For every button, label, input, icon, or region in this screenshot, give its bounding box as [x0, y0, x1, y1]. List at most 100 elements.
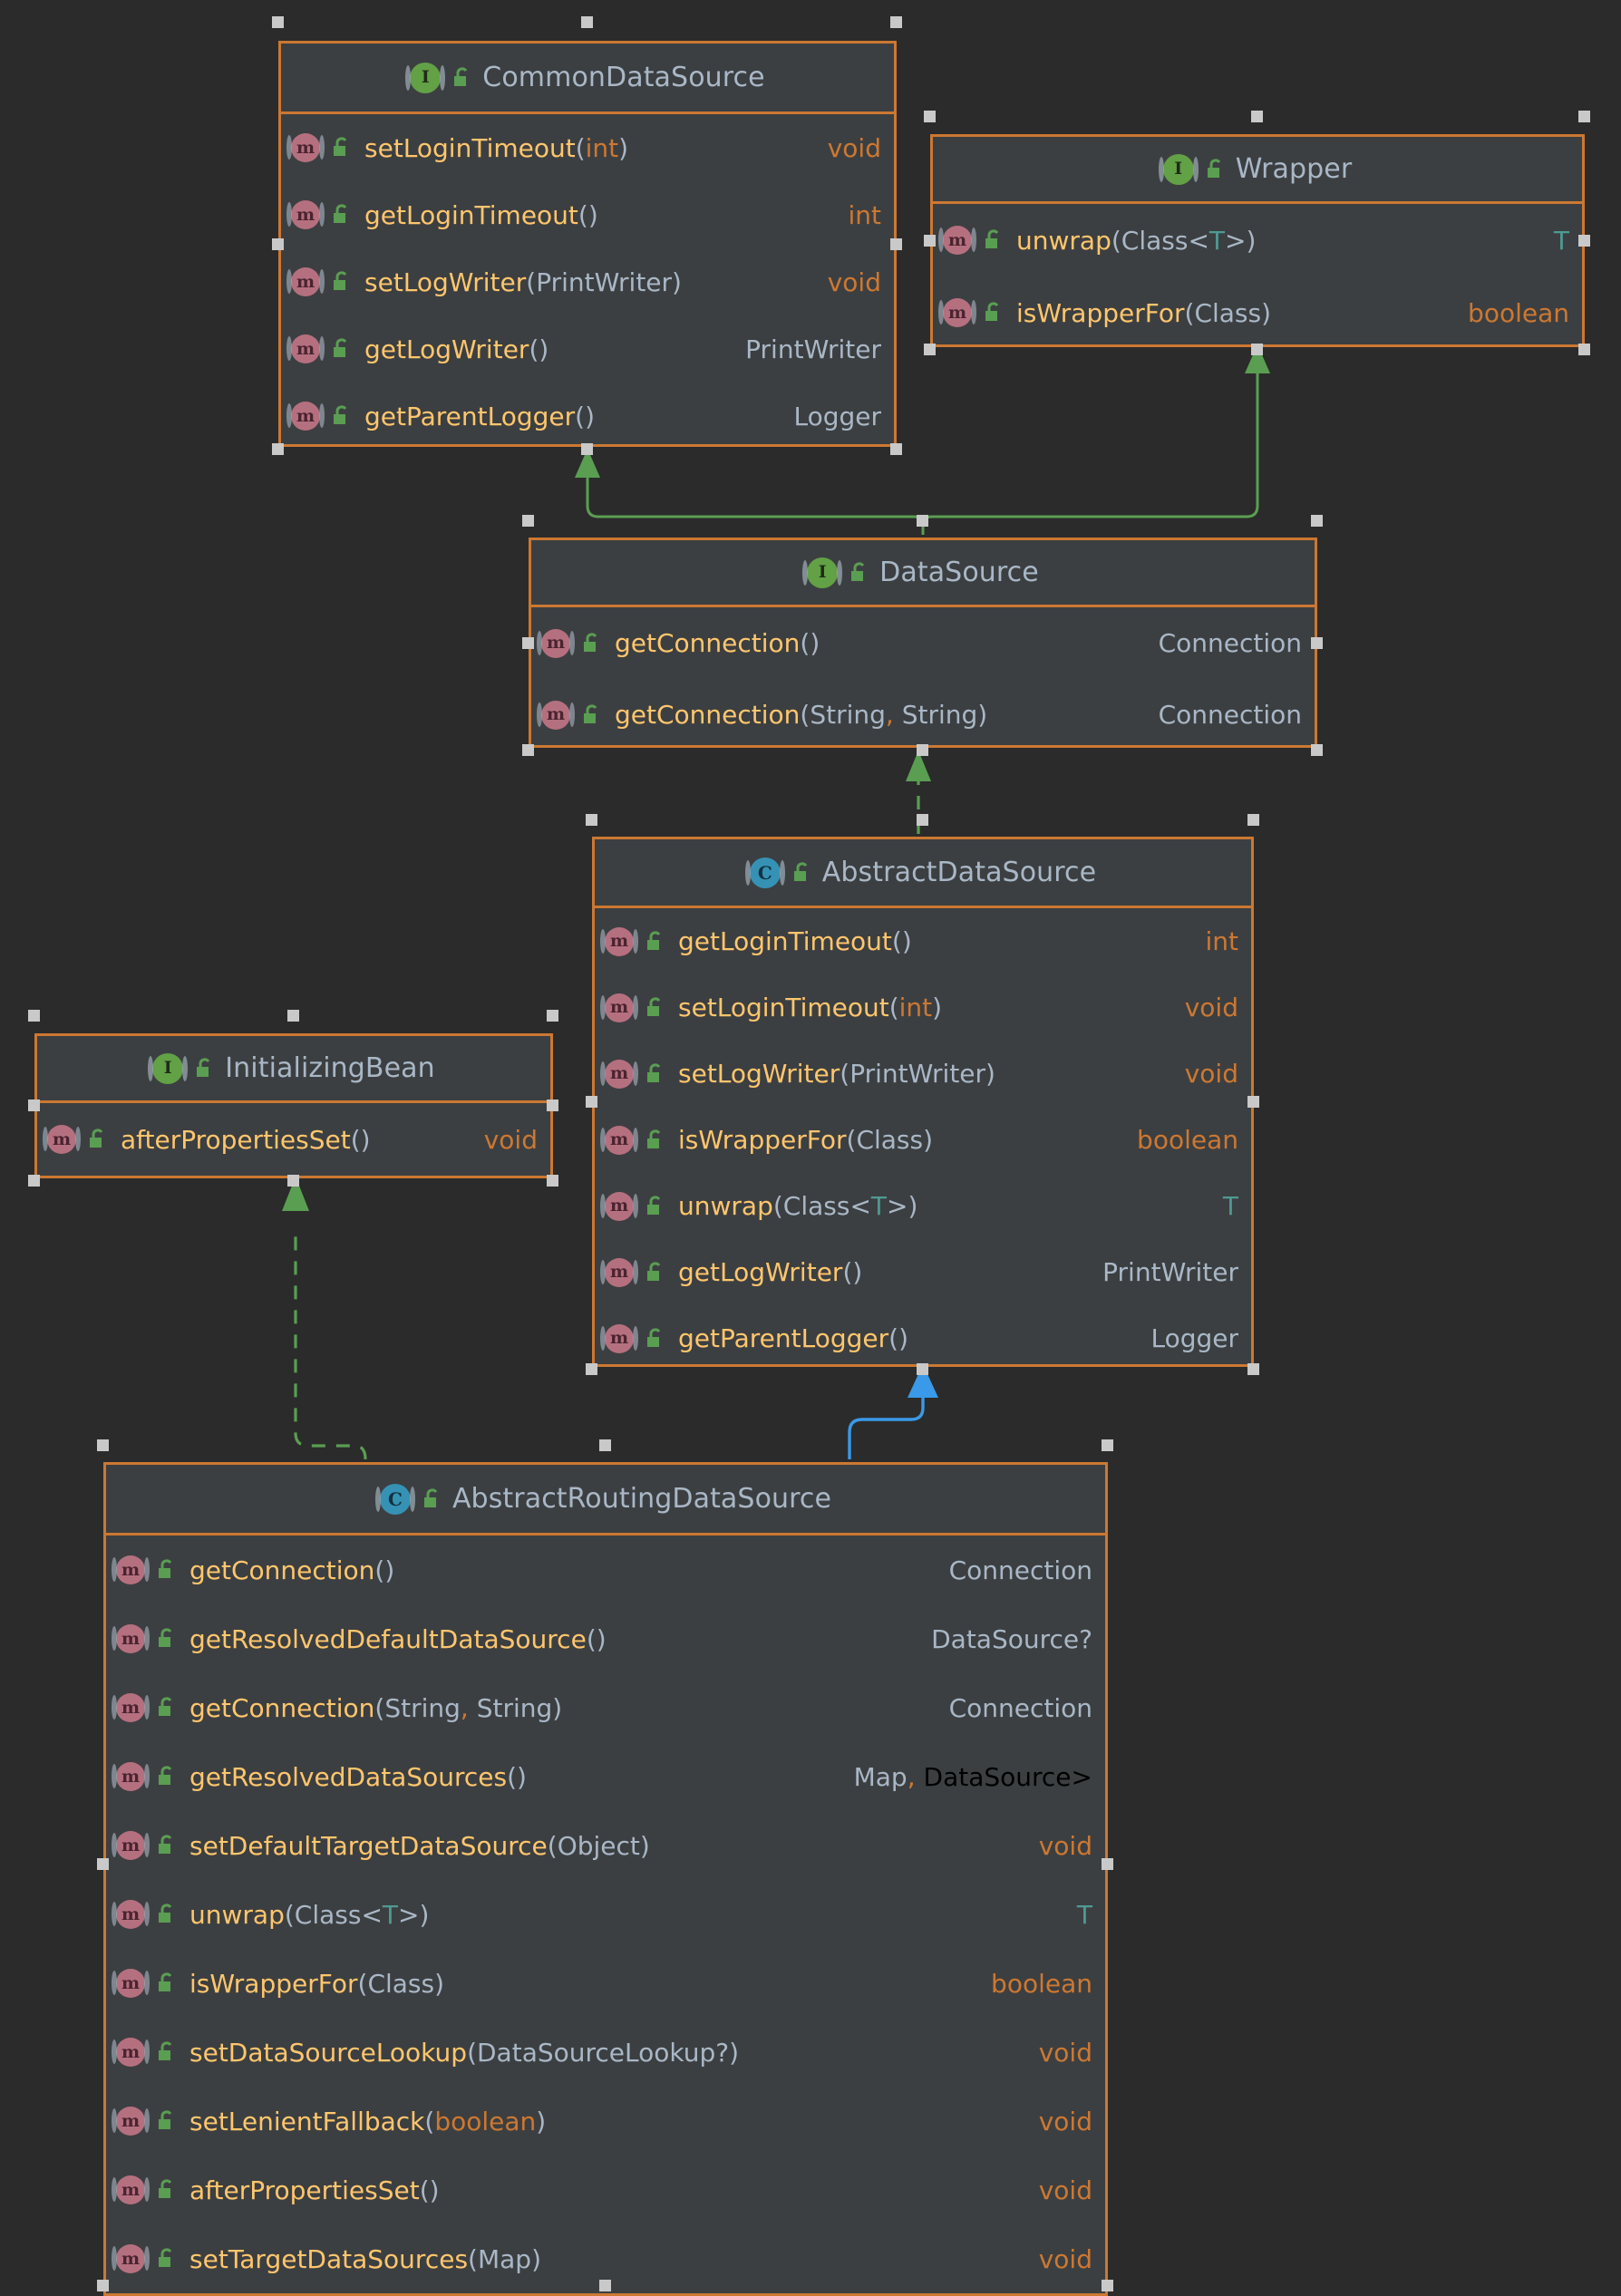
- public-unlocked-icon: [1204, 158, 1226, 181]
- member-row[interactable]: mgetConnection()Connection: [531, 607, 1315, 679]
- member-row[interactable]: munwrap(Class<T>)T: [595, 1173, 1251, 1239]
- member-signature: isWrapperFor(Class): [1016, 298, 1271, 328]
- member-row[interactable]: munwrap(Class<T>)T: [933, 204, 1582, 276]
- member-row[interactable]: mgetConnection()Connection: [106, 1536, 1105, 1604]
- selection-handle[interactable]: [97, 1439, 109, 1451]
- class-node-Wrapper[interactable]: I Wrapper munwrap(Class<T>)TmisWrapperFo…: [930, 134, 1585, 347]
- selection-handle[interactable]: [28, 1100, 40, 1111]
- selection-handle[interactable]: [917, 814, 928, 826]
- selection-handle[interactable]: [581, 16, 593, 28]
- selection-handle[interactable]: [97, 2280, 109, 2291]
- method-icon: m: [116, 1969, 145, 1998]
- selection-handle[interactable]: [522, 744, 534, 756]
- selection-handle[interactable]: [586, 1096, 597, 1108]
- class-icon: C: [380, 1484, 411, 1515]
- public-unlocked-icon: [155, 1765, 177, 1788]
- selection-handle[interactable]: [599, 2280, 611, 2291]
- member-row[interactable]: munwrap(Class<T>)T: [106, 1880, 1105, 1949]
- member-return-type: Connection: [1159, 700, 1302, 730]
- selection-handle[interactable]: [522, 515, 534, 527]
- selection-handle[interactable]: [917, 744, 928, 756]
- class-node-AbstractDataSource[interactable]: C AbstractDataSource mgetLoginTimeout()i…: [592, 837, 1254, 1367]
- selection-handle[interactable]: [581, 443, 593, 455]
- selection-handle[interactable]: [1102, 1439, 1113, 1451]
- uml-diagram-canvas[interactable]: I CommonDataSource msetLoginTimeout(int)…: [0, 0, 1621, 2295]
- member-row[interactable]: msetLenientFallback(boolean)void: [106, 2087, 1105, 2156]
- member-row[interactable]: mgetLoginTimeout()int: [281, 181, 894, 248]
- selection-handle[interactable]: [522, 637, 534, 649]
- selection-handle[interactable]: [1247, 1096, 1259, 1108]
- member-row[interactable]: mgetResolvedDataSources()Map, DataSource…: [106, 1742, 1105, 1811]
- class-node-InitializingBean[interactable]: I InitializingBean mafterPropertiesSet()…: [34, 1033, 553, 1178]
- selection-handle[interactable]: [97, 1858, 109, 1870]
- node-members: mgetLoginTimeout()intmsetLoginTimeout(in…: [595, 908, 1251, 1371]
- selection-handle[interactable]: [890, 238, 902, 250]
- member-row[interactable]: msetLogWriter(PrintWriter)void: [595, 1041, 1251, 1107]
- selection-handle[interactable]: [917, 515, 928, 527]
- member-row[interactable]: mgetConnection(String, String)Connection: [106, 1673, 1105, 1742]
- member-row[interactable]: mgetLoginTimeout()int: [595, 908, 1251, 974]
- selection-handle[interactable]: [287, 1010, 299, 1022]
- member-row[interactable]: mgetResolvedDefaultDataSource()DataSourc…: [106, 1604, 1105, 1673]
- selection-handle[interactable]: [890, 443, 902, 455]
- member-signature: isWrapperFor(Class): [678, 1125, 933, 1155]
- member-row[interactable]: msetDataSourceLookup(DataSourceLookup?)v…: [106, 2018, 1105, 2087]
- selection-handle[interactable]: [1247, 1363, 1259, 1375]
- selection-handle[interactable]: [28, 1010, 40, 1022]
- selection-handle[interactable]: [547, 1100, 558, 1111]
- member-row[interactable]: msetDefaultTargetDataSource(Object)void: [106, 1811, 1105, 1880]
- method-icon: m: [605, 1324, 634, 1353]
- selection-handle[interactable]: [890, 16, 902, 28]
- selection-handle[interactable]: [1247, 814, 1259, 826]
- member-row[interactable]: mgetLogWriter()PrintWriter: [281, 315, 894, 383]
- node-header: I InitializingBean: [37, 1036, 550, 1103]
- class-node-CommonDataSource[interactable]: I CommonDataSource msetLoginTimeout(int)…: [278, 41, 897, 447]
- selection-handle[interactable]: [599, 1439, 611, 1451]
- selection-handle[interactable]: [586, 814, 597, 826]
- selection-handle[interactable]: [586, 1363, 597, 1375]
- public-unlocked-icon: [155, 2178, 177, 2202]
- member-row[interactable]: msetLoginTimeout(int)void: [595, 974, 1251, 1041]
- selection-handle[interactable]: [1311, 744, 1323, 756]
- selection-handle[interactable]: [547, 1010, 558, 1022]
- member-row[interactable]: mgetConnection(String, String)Connection: [531, 679, 1315, 751]
- selection-handle[interactable]: [917, 1363, 928, 1375]
- selection-handle[interactable]: [1578, 344, 1590, 355]
- selection-handle[interactable]: [924, 235, 936, 247]
- selection-handle[interactable]: [1311, 637, 1323, 649]
- selection-handle[interactable]: [547, 1175, 558, 1187]
- member-row[interactable]: misWrapperFor(Class)boolean: [106, 1949, 1105, 2018]
- selection-handle[interactable]: [272, 16, 284, 28]
- member-signature: getConnection(): [615, 628, 820, 658]
- member-row[interactable]: msetLoginTimeout(int)void: [281, 114, 894, 181]
- member-row[interactable]: mafterPropertiesSet()void: [37, 1103, 550, 1176]
- member-return-type: void: [1039, 2244, 1092, 2274]
- member-row[interactable]: mgetParentLogger()Logger: [281, 383, 894, 450]
- selection-handle[interactable]: [1311, 515, 1323, 527]
- member-row[interactable]: mgetParentLogger()Logger: [595, 1305, 1251, 1371]
- selection-handle[interactable]: [1102, 1858, 1113, 1870]
- public-unlocked-icon: [330, 136, 352, 160]
- selection-handle[interactable]: [924, 111, 936, 122]
- member-row[interactable]: mgetLogWriter()PrintWriter: [595, 1239, 1251, 1305]
- member-signature: getConnection(String, String): [615, 700, 987, 730]
- selection-handle[interactable]: [287, 1175, 299, 1187]
- member-row[interactable]: misWrapperFor(Class)boolean: [933, 276, 1582, 349]
- selection-handle[interactable]: [272, 443, 284, 455]
- selection-handle[interactable]: [1251, 111, 1263, 122]
- selection-handle[interactable]: [1102, 2280, 1113, 2291]
- selection-handle[interactable]: [1251, 344, 1263, 355]
- method-icon: m: [291, 402, 320, 431]
- member-return-type: PrintWriter: [745, 334, 881, 364]
- selection-handle[interactable]: [272, 238, 284, 250]
- member-signature: afterPropertiesSet(): [189, 2175, 440, 2205]
- member-row[interactable]: mafterPropertiesSet()void: [106, 2156, 1105, 2224]
- class-node-DataSource[interactable]: I DataSource mgetConnection()Connectionm…: [529, 538, 1317, 748]
- member-row[interactable]: msetLogWriter(PrintWriter)void: [281, 248, 894, 315]
- selection-handle[interactable]: [924, 344, 936, 355]
- member-row[interactable]: misWrapperFor(Class)boolean: [595, 1107, 1251, 1173]
- selection-handle[interactable]: [28, 1175, 40, 1187]
- selection-handle[interactable]: [1578, 111, 1590, 122]
- selection-handle[interactable]: [1578, 235, 1590, 247]
- class-node-AbstractRoutingDataSource[interactable]: C AbstractRoutingDataSource mgetConnecti…: [103, 1462, 1108, 2296]
